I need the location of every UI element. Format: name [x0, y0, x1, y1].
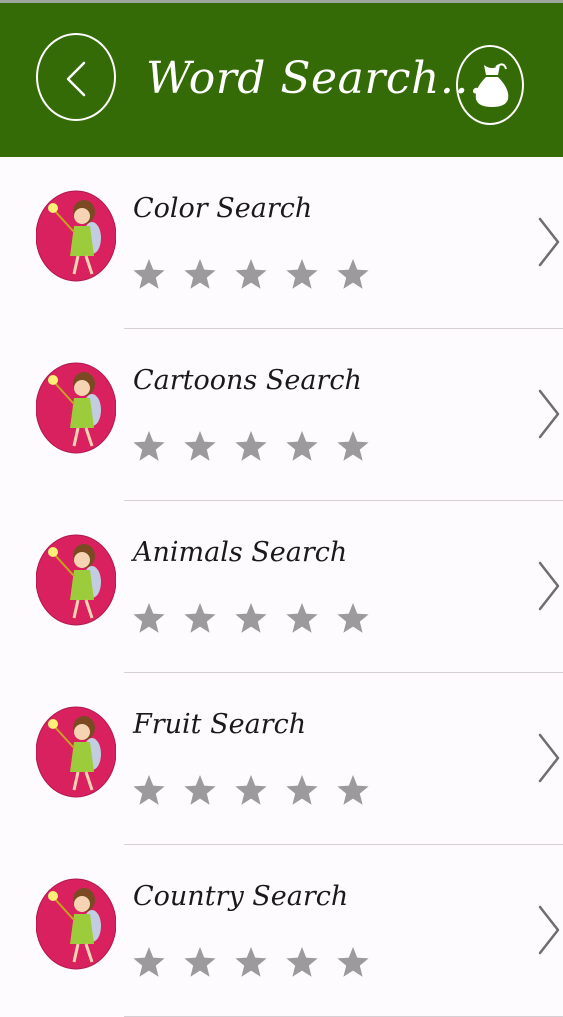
star-icon [133, 431, 165, 461]
back-button[interactable] [36, 33, 116, 121]
star-icon [286, 259, 318, 289]
star-icon [184, 775, 216, 805]
category-row[interactable]: Fruit Search [0, 673, 563, 845]
star-icon [337, 947, 369, 977]
star-icon [235, 431, 267, 461]
chevron-right-icon [538, 217, 560, 267]
chevron-right-icon [538, 733, 560, 783]
money-bag-icon [475, 63, 509, 107]
star-icon [184, 431, 216, 461]
fairy-avatar-icon [36, 878, 116, 970]
star-icon [235, 775, 267, 805]
fairy-avatar-icon [36, 362, 116, 454]
page-title: Word Search... [146, 53, 484, 104]
star-icon [133, 259, 165, 289]
star-icon [235, 603, 267, 633]
category-title: Cartoons Search [133, 365, 362, 396]
star-icon [133, 603, 165, 633]
category-title: Fruit Search [133, 709, 307, 740]
category-title: Animals Search [133, 537, 348, 568]
fairy-avatar-icon [36, 706, 116, 798]
category-title: Country Search [133, 881, 349, 912]
star-icon [337, 775, 369, 805]
star-icon [235, 259, 267, 289]
star-icon [337, 259, 369, 289]
category-row[interactable]: Country Search [0, 845, 563, 1017]
star-icon [133, 947, 165, 977]
bag-button[interactable] [456, 45, 524, 125]
star-icon [184, 259, 216, 289]
category-row[interactable]: Cartoons Search [0, 329, 563, 501]
chevron-left-icon [66, 61, 86, 97]
star-icon [286, 947, 318, 977]
category-row[interactable]: Animals Search [0, 501, 563, 673]
star-icon [133, 775, 165, 805]
star-icon [337, 431, 369, 461]
chevron-right-icon [538, 561, 560, 611]
category-title: Color Search [133, 193, 313, 224]
star-icon [184, 603, 216, 633]
category-row[interactable]: Color Search [0, 157, 563, 329]
category-list: Color Search Cartoons Search Animals Searc… [0, 157, 563, 1017]
chevron-right-icon [538, 905, 560, 955]
star-icon [184, 947, 216, 977]
star-icon [286, 603, 318, 633]
fairy-avatar-icon [36, 190, 116, 282]
star-icon [337, 603, 369, 633]
star-icon [235, 947, 267, 977]
star-icon [286, 775, 318, 805]
star-icon [286, 431, 318, 461]
chevron-right-icon [538, 389, 560, 439]
header-bar: Word Search... [0, 0, 563, 157]
fairy-avatar-icon [36, 534, 116, 626]
